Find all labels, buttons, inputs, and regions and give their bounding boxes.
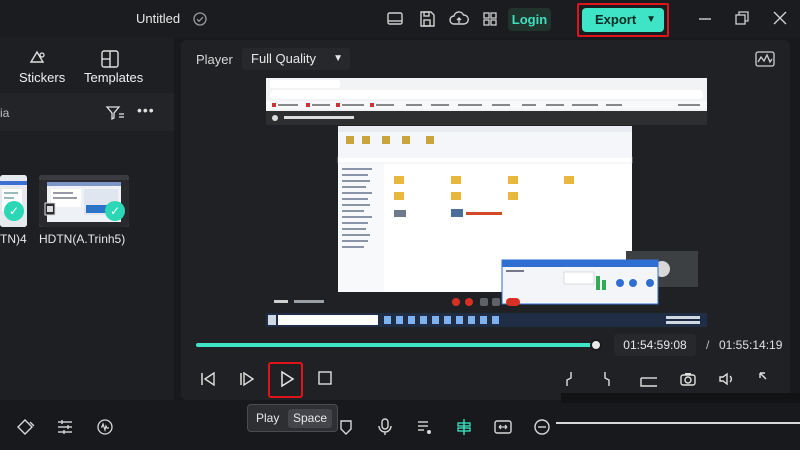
adjust-icon[interactable]: [56, 418, 74, 436]
templates-icon[interactable]: [100, 49, 120, 69]
previous-frame-icon[interactable]: [199, 370, 217, 388]
apps-grid-icon[interactable]: [481, 10, 499, 28]
quality-value: Full Quality: [251, 51, 317, 66]
playhead-handle[interactable]: [589, 339, 602, 351]
project-title[interactable]: Untitled: [136, 11, 180, 26]
restore-icon[interactable]: [734, 10, 752, 28]
timecode-separator: /: [706, 338, 710, 352]
snapshot-icon[interactable]: [679, 370, 697, 388]
stickers-icon[interactable]: [28, 49, 48, 69]
progress-fill: [196, 343, 596, 347]
snap-icon[interactable]: [455, 418, 473, 436]
next-frame-icon[interactable]: [238, 370, 256, 388]
chevron-down-icon[interactable]: ▼: [646, 8, 656, 32]
fullscreen-icon[interactable]: [757, 370, 775, 388]
film-icon: [44, 202, 56, 216]
mark-out-icon[interactable]: [600, 370, 618, 388]
chevron-down-icon: ▼: [333, 53, 343, 64]
timeline-toolbar: [0, 404, 800, 450]
title-bar: Untitled Login Export ▼: [0, 0, 800, 38]
selected-check-icon: ✓: [105, 201, 125, 221]
keyframe-icon[interactable]: [16, 418, 35, 436]
shield-icon[interactable]: [338, 418, 356, 436]
tab-stickers[interactable]: Stickers: [19, 70, 65, 85]
video-preview[interactable]: [266, 78, 707, 327]
scopes-icon[interactable]: [755, 50, 775, 68]
microphone-icon[interactable]: [377, 418, 395, 436]
zoom-out-icon[interactable]: [533, 418, 551, 436]
play-tooltip: Play Space: [247, 404, 338, 432]
cloud-upload-icon[interactable]: [449, 10, 469, 28]
export-button[interactable]: Export ▼: [582, 8, 664, 32]
player-label: Player: [196, 52, 233, 67]
audio-wave-icon[interactable]: [95, 418, 113, 436]
volume-icon[interactable]: [718, 370, 736, 388]
media-category-label[interactable]: ia: [0, 106, 9, 120]
total-timecode: 01:55:14:19: [719, 338, 783, 352]
aspect-ratio-icon[interactable]: [639, 370, 657, 388]
media-label: HDTN(A.Trinh5): [39, 232, 126, 246]
close-icon[interactable]: [772, 10, 790, 28]
more-options-icon[interactable]: •••: [137, 102, 155, 118]
export-highlight: Export ▼: [577, 3, 669, 37]
music-list-icon[interactable]: [416, 418, 434, 436]
filter-icon[interactable]: [105, 104, 125, 122]
timeline-ruler: [561, 393, 800, 403]
layout-icon[interactable]: [386, 10, 404, 28]
tooltip-shortcut: Space: [288, 409, 332, 428]
saved-check-icon: [193, 12, 211, 30]
zoom-slider[interactable]: [556, 422, 800, 424]
media-label: TN)4: [0, 232, 27, 246]
progress-track[interactable]: [196, 343, 600, 347]
play-icon[interactable]: [278, 370, 296, 388]
tab-templates[interactable]: Templates: [84, 70, 143, 85]
stop-icon[interactable]: [317, 370, 335, 388]
quality-select[interactable]: Full Quality ▼: [242, 48, 350, 70]
selected-check-icon: ✓: [4, 201, 24, 221]
media-subheader: ia •••: [0, 93, 174, 131]
tooltip-action: Play: [256, 411, 280, 425]
media-panel: Stickers Templates ia ••• ✓ TN)4 ✓ HDTN(…: [0, 38, 174, 400]
minimize-icon[interactable]: [697, 10, 715, 28]
export-label: Export: [595, 12, 637, 27]
fit-timeline-icon[interactable]: [494, 418, 512, 436]
save-icon[interactable]: [418, 10, 436, 28]
current-timecode[interactable]: 01:54:59:08: [614, 334, 696, 356]
login-button[interactable]: Login: [508, 8, 551, 31]
mark-in-icon[interactable]: [562, 370, 580, 388]
